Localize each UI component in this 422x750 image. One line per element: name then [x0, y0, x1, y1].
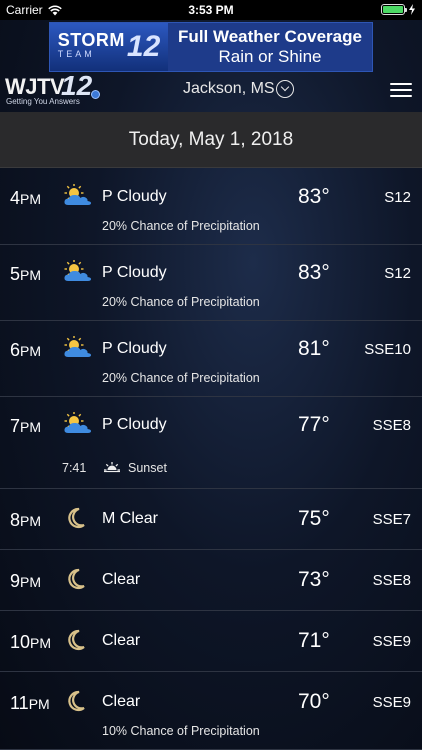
temperature-value: 83° — [298, 261, 330, 284]
logo-dot-icon — [91, 90, 100, 99]
wind-value: S12 — [384, 189, 411, 206]
hour-label: 8PM — [10, 510, 41, 531]
temperature-value: 71° — [298, 629, 330, 652]
precipitation-chance: 20% Chance of Precipitation — [102, 219, 260, 233]
hour-number: 6 — [10, 340, 21, 360]
hour-ampm: PM — [20, 419, 42, 435]
wind-value: SSE9 — [372, 633, 411, 650]
forecast-row[interactable]: 10PM Clear 71° SSE9 — [0, 611, 422, 672]
hour-number: 10 — [10, 632, 31, 652]
hamburger-menu-icon[interactable] — [390, 82, 412, 98]
banner-line-2: Rain or Shine — [218, 47, 322, 66]
hour-label: 4PM — [10, 188, 41, 209]
status-bar: Carrier 3:53 PM — [0, 0, 422, 20]
precipitation-chance: 20% Chance of Precipitation — [102, 295, 260, 309]
wind-value: S12 — [384, 265, 411, 282]
hour-label: 5PM — [10, 264, 41, 285]
hour-ampm: PM — [20, 191, 42, 207]
storm-word: STORM — [57, 30, 125, 50]
wind-value: SSE8 — [372, 572, 411, 589]
forecast-row[interactable]: 4PM P Cloudy 83° S12 20% Chance of Precipita… — [0, 169, 422, 245]
station-logo[interactable]: WJTV 12 Getting You Answers — [5, 70, 103, 108]
hour-label: 9PM — [10, 571, 41, 592]
condition-label: Clear — [102, 693, 141, 710]
hour-ampm: PM — [30, 635, 52, 651]
hour-label: 7PM — [10, 416, 41, 437]
partly-cloudy-icon — [62, 259, 94, 284]
wind-value: SSE10 — [364, 341, 411, 358]
partly-cloudy-icon — [62, 411, 94, 436]
condition-label: P Cloudy — [102, 416, 167, 433]
condition-label: Clear — [102, 571, 141, 588]
condition-label: P Cloudy — [102, 340, 167, 357]
temperature-value: 70° — [298, 690, 330, 713]
condition-label: Clear — [102, 632, 141, 649]
temperature-value: 83° — [298, 185, 330, 208]
forecast-row[interactable]: 9PM Clear 73° SSE8 — [0, 550, 422, 611]
wind-value: SSE9 — [372, 694, 411, 711]
wind-value: SSE7 — [372, 511, 411, 528]
forecast-row[interactable]: 5PM P Cloudy 83° S12 20% Chance of Precipita… — [0, 245, 422, 321]
forecast-row[interactable]: 7PM P Cloudy 77° SSE8 7:41 Sunset — [0, 397, 422, 489]
sunset-label: Sunset — [128, 461, 167, 475]
moon-icon — [62, 567, 94, 591]
hour-number: 5 — [10, 264, 21, 284]
status-time: 3:53 PM — [188, 3, 234, 17]
temperature-value: 75° — [298, 507, 330, 530]
hour-label: 11PM — [10, 693, 50, 714]
forecast-row[interactable]: 11PM Clear 70° SSE9 10% Chance of Precipitat… — [0, 672, 422, 750]
storm-team-logo: STORM TEAM 12 — [50, 23, 168, 71]
station-call-letters: WJTV — [5, 74, 65, 99]
station-tagline: Getting You Answers — [6, 97, 80, 106]
app-header: WJTV 12 Getting You Answers Jackson, MS — [0, 70, 422, 112]
condition-label: M Clear — [102, 510, 159, 527]
hour-number: 4 — [10, 188, 21, 208]
sunset-icon — [103, 461, 121, 475]
temperature-value: 77° — [298, 413, 330, 436]
status-right — [381, 4, 416, 15]
hour-label: 6PM — [10, 340, 41, 361]
hour-ampm: PM — [20, 574, 42, 590]
location-label[interactable]: Jackson, MS — [183, 80, 275, 98]
condition-label: P Cloudy — [102, 264, 167, 281]
partly-cloudy-icon — [62, 335, 94, 360]
hour-ampm: PM — [20, 513, 42, 529]
hour-ampm: PM — [20, 267, 42, 283]
storm-team-number: 12 — [126, 30, 161, 63]
partly-cloudy-icon — [62, 183, 94, 208]
chevron-down-icon[interactable] — [276, 80, 294, 98]
date-header: Today, May 1, 2018 — [0, 112, 422, 168]
temperature-value: 73° — [298, 568, 330, 591]
hour-number: 8 — [10, 510, 21, 530]
hour-ampm: PM — [28, 696, 50, 712]
moon-icon — [62, 628, 94, 652]
battery-icon — [381, 4, 407, 15]
moon-icon — [62, 689, 94, 713]
team-word: TEAM — [57, 49, 95, 59]
hour-label: 10PM — [10, 632, 51, 653]
forecast-row[interactable]: 8PM M Clear 75° SSE7 — [0, 489, 422, 550]
wind-value: SSE8 — [372, 417, 411, 434]
forecast-row[interactable]: 6PM P Cloudy 81° SSE10 20% Chance of Precipi… — [0, 321, 422, 397]
banner-line-1: Full Weather Coverage — [178, 27, 362, 46]
moon-icon — [62, 506, 94, 530]
hour-number: 9 — [10, 571, 21, 591]
sunset-time: 7:41 — [62, 461, 87, 475]
hour-number: 7 — [10, 416, 21, 436]
condition-label: P Cloudy — [102, 188, 167, 205]
hour-number: 11 — [10, 693, 29, 713]
temperature-value: 81° — [298, 337, 330, 360]
precipitation-chance: 20% Chance of Precipitation — [102, 371, 260, 385]
precipitation-chance: 10% Chance of Precipitation — [102, 724, 260, 738]
charging-bolt-icon — [409, 4, 415, 15]
ad-banner[interactable]: STORM TEAM 12 Full Weather Coverage Rain… — [49, 22, 373, 72]
banner-text: Full Weather Coverage Rain or Shine — [168, 27, 372, 67]
hour-ampm: PM — [20, 343, 42, 359]
